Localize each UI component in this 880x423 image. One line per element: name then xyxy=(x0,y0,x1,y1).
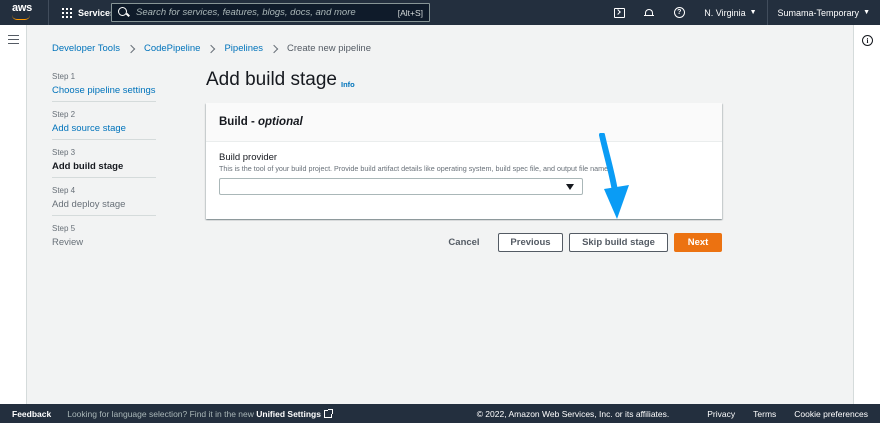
footer-right: © 2022, Amazon Web Services, Inc. or its… xyxy=(477,404,868,423)
info-circle-icon[interactable]: i xyxy=(862,35,873,46)
wizard-step: Step 5 Review xyxy=(52,224,156,253)
help-button[interactable]: ? xyxy=(664,0,694,25)
chevron-right-icon xyxy=(269,44,279,53)
step-link-add-source-stage[interactable]: Add source stage xyxy=(52,123,156,134)
panel-header-title: Build - xyxy=(219,116,258,128)
chevron-right-icon xyxy=(207,44,216,53)
region-label: N. Virginia xyxy=(704,7,746,18)
step-number: Step 3 xyxy=(52,148,76,157)
caret-down-icon xyxy=(566,184,574,190)
annotation-arrow-icon xyxy=(599,133,629,219)
info-link[interactable]: Info xyxy=(341,80,355,89)
chevron-right-icon xyxy=(126,44,136,53)
aws-logo-text: aws xyxy=(12,2,32,14)
search-box[interactable]: [Alt+S] xyxy=(111,3,430,22)
external-link-icon xyxy=(323,408,333,418)
panel-header: Build - optional xyxy=(206,103,722,142)
left-navigation-rail xyxy=(0,25,27,404)
build-provider-select[interactable] xyxy=(219,178,583,195)
cookie-preferences-link[interactable]: Cookie preferences xyxy=(794,409,868,419)
region-selector[interactable]: N. Virginia ▼ xyxy=(694,0,766,25)
language-notice: Looking for language selection? Find it … xyxy=(67,408,333,419)
nav-right-group: ? N. Virginia ▼ Sumama-Temporary ▼ xyxy=(604,0,880,25)
build-panel: Build - optional Build provider This is … xyxy=(206,103,722,219)
cloudshell-button[interactable] xyxy=(604,0,634,25)
account-menu[interactable]: Sumama-Temporary ▼ xyxy=(768,0,880,25)
wizard-step: Step 3 Add build stage xyxy=(52,148,156,178)
cloudshell-icon xyxy=(613,7,625,18)
previous-button[interactable]: Previous xyxy=(498,233,563,252)
step-number: Step 1 xyxy=(52,72,76,81)
step-current-add-build-stage: Add build stage xyxy=(52,161,124,172)
cancel-button[interactable]: Cancel xyxy=(440,233,488,252)
caret-down-icon: ▼ xyxy=(749,9,757,16)
top-navigation: aws Services [Alt+S] ? N. Virginia ▼ Sum… xyxy=(0,0,880,25)
step-number: Step 5 xyxy=(52,224,76,233)
wizard-step: Step 4 Add deploy stage xyxy=(52,186,156,216)
panel-body: Build provider This is the tool of your … xyxy=(206,142,722,205)
search-shortcut-hint: [Alt+S] xyxy=(397,8,423,18)
step-review: Review xyxy=(52,237,84,248)
skip-build-stage-button[interactable]: Skip build stage xyxy=(569,233,668,252)
account-label: Sumama-Temporary xyxy=(777,7,860,18)
grid-icon xyxy=(62,7,72,18)
breadcrumb: Developer Tools CodePipeline Pipelines C… xyxy=(52,43,371,54)
search-input[interactable] xyxy=(136,7,396,18)
panel-header-optional: optional xyxy=(257,116,303,128)
terms-link[interactable]: Terms xyxy=(753,409,776,419)
wizard-steps: Step 1 Choose pipeline settings Step 2 A… xyxy=(52,72,156,261)
aws-smile-icon xyxy=(12,15,30,20)
breadcrumb-developer-tools[interactable]: Developer Tools xyxy=(52,43,120,54)
help-icon: ? xyxy=(673,7,685,18)
bell-icon xyxy=(644,8,655,18)
aws-logo[interactable]: aws xyxy=(8,0,48,25)
wizard-step: Step 1 Choose pipeline settings xyxy=(52,72,156,102)
caret-down-icon: ▼ xyxy=(863,9,870,16)
privacy-link[interactable]: Privacy xyxy=(707,409,735,419)
step-number: Step 4 xyxy=(52,186,76,195)
notifications-button[interactable] xyxy=(634,0,664,25)
wizard-step: Step 2 Add source stage xyxy=(52,110,156,140)
breadcrumb-pipelines[interactable]: Pipelines xyxy=(224,43,263,54)
hamburger-menu-icon[interactable] xyxy=(8,35,19,44)
breadcrumb-current: Create new pipeline xyxy=(287,43,372,54)
footer: Feedback Looking for language selection?… xyxy=(0,404,880,423)
breadcrumb-codepipeline[interactable]: CodePipeline xyxy=(144,43,201,54)
unified-settings-link[interactable]: Unified Settings xyxy=(256,409,321,419)
step-add-deploy-stage: Add deploy stage xyxy=(52,199,126,210)
search-icon xyxy=(116,4,132,21)
step-number: Step 2 xyxy=(52,110,76,119)
next-button[interactable]: Next xyxy=(674,233,722,252)
right-tools-rail: i xyxy=(853,25,880,404)
services-label: Services xyxy=(78,7,116,18)
step-link-choose-pipeline-settings[interactable]: Choose pipeline settings xyxy=(52,85,156,96)
copyright-text: © 2022, Amazon Web Services, Inc. or its… xyxy=(476,408,670,419)
feedback-link[interactable]: Feedback xyxy=(12,409,51,419)
language-notice-text: Looking for language selection? Find it … xyxy=(67,408,257,419)
page-title: Add build stage xyxy=(206,69,337,90)
